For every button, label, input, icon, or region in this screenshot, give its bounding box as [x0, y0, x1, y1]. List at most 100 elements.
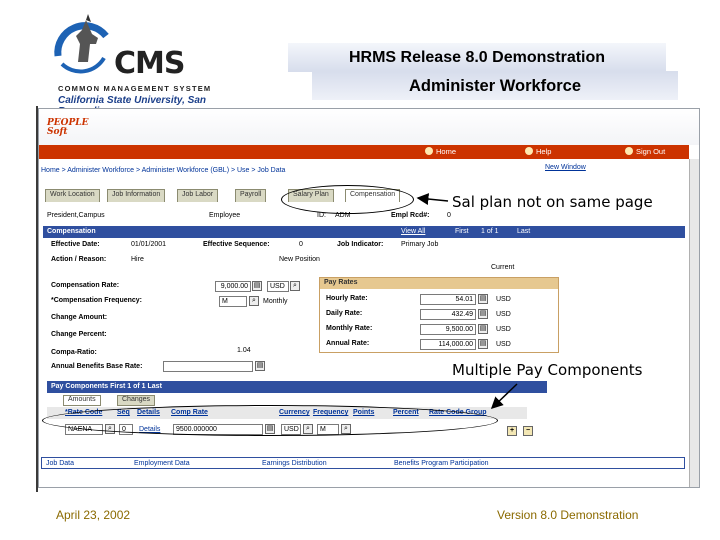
currency-input[interactable]: USD	[267, 281, 289, 292]
add-row-button[interactable]: +	[507, 426, 517, 436]
compa-ratio-label: Compa-Ratio:	[51, 349, 97, 356]
monthly-calc-icon[interactable]: ▤	[478, 324, 488, 334]
link-job-data[interactable]: Job Data	[46, 460, 74, 467]
effective-date-label: Effective Date:	[51, 241, 100, 248]
breadcrumb[interactable]: Home > Administer Workforce > Administer…	[41, 167, 285, 174]
pc-first-link[interactable]: First	[110, 383, 125, 390]
action-reason-label: Action / Reason:	[51, 256, 107, 263]
tab-payroll[interactable]: Payroll	[235, 189, 267, 202]
benefits-calc-icon[interactable]: ▤	[255, 361, 265, 371]
action-value: Hire	[131, 256, 144, 263]
salary-plan-highlight	[281, 185, 414, 214]
ps-header	[39, 109, 699, 145]
daily-calc-icon[interactable]: ▤	[478, 309, 488, 319]
currency-lookup-icon[interactable]: ⌕	[290, 281, 300, 291]
job-indicator-value: Primary Job	[401, 241, 439, 248]
daily-rate-value: 432.49	[420, 309, 476, 320]
reason-value: New Position	[279, 256, 320, 263]
comp-rate-input[interactable]: 9,000.00	[215, 281, 251, 292]
effective-sequence-value: 0	[299, 241, 303, 248]
hourly-rate-currency: USD	[496, 296, 511, 303]
comp-rate-label: Compensation Rate:	[51, 282, 120, 289]
annual-rate-currency: USD	[496, 341, 511, 348]
pc-last-link[interactable]: Last	[148, 383, 162, 390]
compa-ratio-value: 1.04	[237, 347, 251, 354]
daily-rate-currency: USD	[496, 311, 511, 318]
ps-navbar	[39, 145, 689, 159]
slide-title: HRMS Release 8.0 Demonstration	[348, 49, 606, 66]
hourly-calc-icon[interactable]: ▤	[478, 294, 488, 304]
compensation-title: Compensation	[47, 228, 96, 235]
employee-label: Employee	[209, 212, 241, 219]
link-earnings-distribution[interactable]: Earnings Distribution	[262, 460, 327, 467]
pay-components-title: Pay Components	[51, 383, 109, 390]
annual-rate-label: Annual Rate:	[326, 340, 370, 347]
bottom-links-bar: Job Data Employment Data Earnings Distri…	[41, 457, 685, 469]
current-indicator: Current	[491, 264, 515, 271]
nav-home[interactable]: Home	[425, 147, 456, 156]
peoplesoft-logo: PEOPLE Soft	[47, 119, 88, 137]
pc-record-count: 1 of 1	[127, 383, 146, 390]
logo-text: CMS	[114, 46, 185, 81]
footer-version: Version 8.0 Demonstration	[497, 508, 639, 522]
pay-components-highlight	[42, 405, 498, 436]
comp-frequency-label: *Compensation Frequency:	[51, 297, 143, 304]
first-link[interactable]: First	[455, 228, 469, 235]
pay-components-bar: Pay Components First 1 of 1 Last	[47, 381, 547, 393]
nav-signout[interactable]: Sign Out	[625, 147, 665, 156]
compensation-bar: Compensation View All First 1 of 1 Last	[43, 226, 685, 238]
annual-rate-value: 114,000.00	[420, 339, 476, 350]
hourly-rate-label: Hourly Rate:	[326, 295, 368, 302]
coyote-mascot-icon	[54, 14, 109, 74]
monthly-rate-value: 9,500.00	[420, 324, 476, 335]
logo-subtitle: COMMON MANAGEMENT SYSTEM	[58, 84, 212, 93]
view-all-link[interactable]: View All	[401, 228, 425, 235]
change-percent-label: Change Percent:	[51, 331, 107, 338]
annual-benefits-label: Annual Benefits Base Rate:	[51, 363, 143, 370]
pay-rates-title: Pay Rates	[320, 278, 558, 289]
slide-subtitle: Administer Workforce	[408, 77, 582, 95]
pay-rates-box: Pay Rates Hourly Rate: 54.01 ▤ USD Daily…	[319, 277, 559, 353]
callout-multiple-components: Multiple Pay Components	[450, 361, 645, 379]
job-indicator-label: Job Indicator:	[337, 241, 384, 248]
last-link[interactable]: Last	[517, 228, 530, 235]
effective-sequence-label: Effective Sequence:	[203, 241, 270, 248]
new-window-link[interactable]: New Window	[545, 164, 586, 171]
effective-date-value: 01/01/2001	[131, 241, 167, 248]
hourly-rate-value: 54.01	[420, 294, 476, 305]
comp-frequency-input[interactable]: M	[219, 296, 247, 307]
empl-rcd-label: Empl Rcd#:	[391, 212, 430, 219]
logo-line-2: Soft	[47, 127, 68, 137]
tab-job-labor[interactable]: Job Labor	[177, 189, 219, 202]
link-benefits-program[interactable]: Benefits Program Participation	[394, 460, 489, 467]
comp-frequency-desc: Monthly	[263, 298, 288, 305]
daily-rate-label: Daily Rate:	[326, 310, 363, 317]
change-amount-label: Change Amount:	[51, 314, 108, 321]
tab-work-location[interactable]: Work Location	[45, 189, 100, 202]
nav-signout-label: Sign Out	[636, 147, 666, 156]
subtab-changes[interactable]: Changes	[117, 395, 156, 406]
annual-benefits-input[interactable]	[163, 361, 253, 372]
nav-help-label: Help	[536, 147, 552, 156]
help-icon	[525, 147, 533, 155]
annual-calc-icon[interactable]: ▤	[478, 339, 488, 349]
empl-rcd-value: 0	[447, 212, 451, 219]
tab-job-information[interactable]: Job Information	[107, 189, 166, 202]
calc-icon[interactable]: ▤	[252, 281, 262, 291]
callout-sal-plan: Sal plan not on same page	[450, 193, 655, 211]
home-icon	[425, 147, 433, 155]
cms-logo: CMS COMMON MANAGEMENT SYSTEM California …	[52, 14, 217, 117]
monthly-rate-currency: USD	[496, 326, 511, 333]
link-employment-data[interactable]: Employment Data	[134, 460, 190, 467]
signout-icon	[625, 147, 633, 155]
record-count: 1 of 1	[481, 228, 499, 235]
subtab-amounts[interactable]: Amounts	[63, 395, 101, 406]
vertical-scrollbar[interactable]	[689, 159, 699, 487]
frequency-lookup-icon[interactable]: ⌕	[249, 296, 259, 306]
nav-help[interactable]: Help	[525, 147, 551, 156]
monthly-rate-label: Monthly Rate:	[326, 325, 373, 332]
delete-row-button[interactable]: −	[523, 426, 533, 436]
nav-home-label: Home	[436, 147, 457, 156]
employee-name: President,Campus	[47, 212, 105, 219]
footer-date: April 23, 2002	[56, 508, 131, 522]
